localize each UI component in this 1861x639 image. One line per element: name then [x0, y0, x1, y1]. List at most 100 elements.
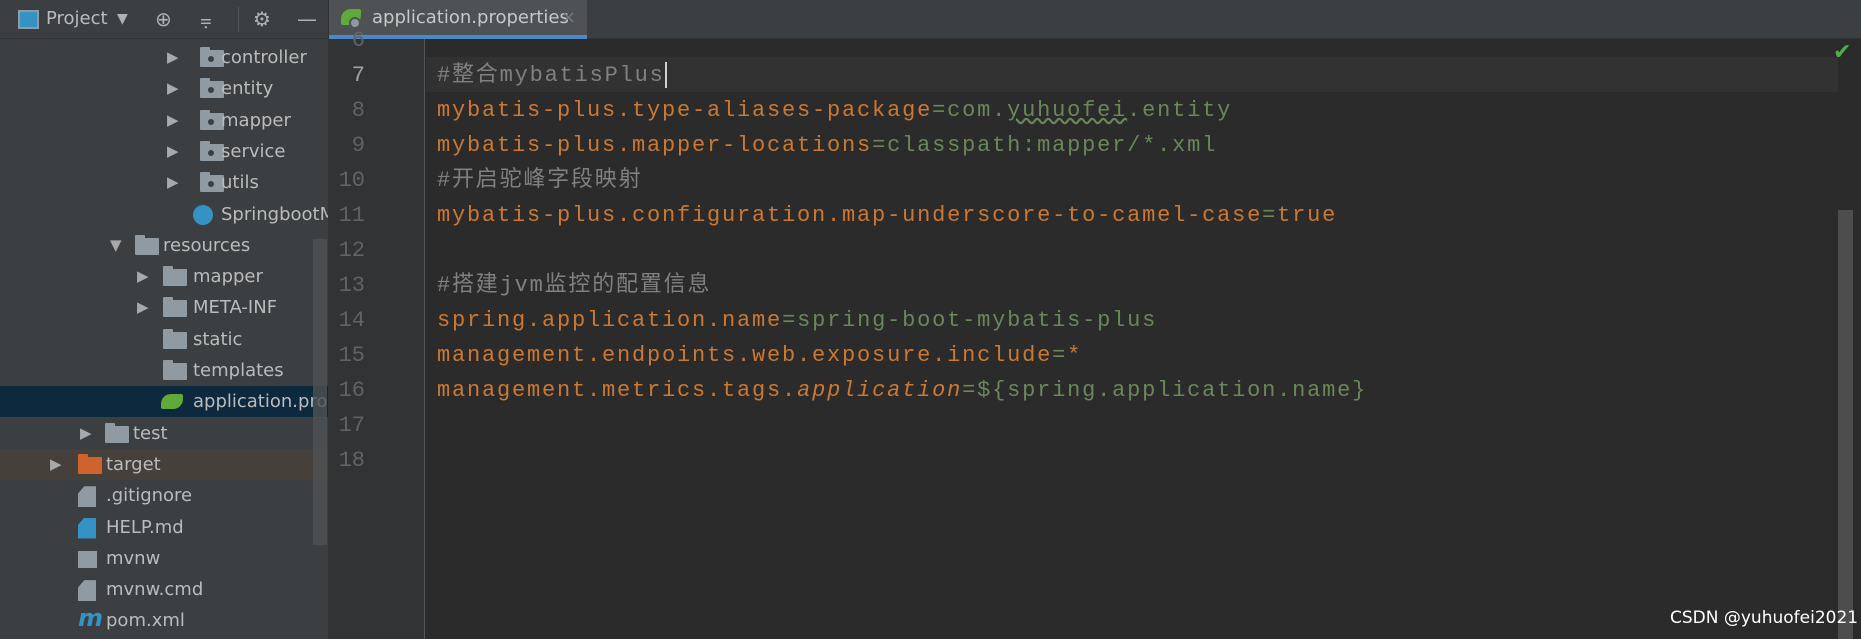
property-value-typo: yuhuofei	[1007, 97, 1128, 123]
line-number: 18	[338, 447, 365, 473]
tree-item[interactable]: ▶ target	[0, 448, 328, 480]
tree-item-label: templates	[193, 360, 284, 381]
code-line: management.metrics.tags.application=${sp…	[437, 373, 1367, 408]
tree-item[interactable]: ▶ controller	[0, 42, 328, 73]
line-number: 8	[351, 97, 365, 123]
tree-item-label: SpringbootM	[221, 203, 328, 225]
spring-properties-icon	[161, 394, 183, 410]
tree-item[interactable]: ▶ mapper	[0, 105, 328, 136]
tree-item[interactable]: ▶ META-INF	[0, 292, 328, 323]
tree-item-label: HELP.md	[106, 516, 184, 538]
line-number: 14	[338, 307, 365, 333]
project-view-icon	[18, 10, 39, 29]
tree-item-label: pom.xml	[106, 610, 185, 632]
property-key: management.endpoints.web.exposure.includ…	[437, 342, 1053, 368]
property-key: spring.application.name	[437, 307, 783, 333]
tree-item-label: .gitignore	[106, 485, 193, 507]
line-number: 17	[338, 412, 365, 438]
markdown-icon	[78, 517, 96, 539]
text-caret	[664, 61, 667, 88]
watermark: CSDN @yuhuofei2021	[1670, 608, 1859, 628]
editor-tabs: application.properties ×	[329, 0, 1861, 39]
tree-item[interactable]: application.prope	[0, 386, 328, 418]
chevron-right-icon[interactable]: ▶	[137, 261, 149, 292]
maven-icon: m	[78, 605, 104, 633]
collapse-all-icon[interactable]: ⩦	[200, 8, 212, 30]
tree-item-label: mapper	[221, 109, 291, 131]
minimize-icon[interactable]: —	[297, 8, 317, 30]
inspection-ok-icon[interactable]: ✔	[1833, 40, 1851, 65]
code-line: spring.application.name=spring-boot-myba…	[437, 303, 1157, 338]
close-icon[interactable]: ×	[561, 0, 576, 36]
tree-item-label: mvnw.cmd	[106, 579, 204, 601]
tree-item-label: entity	[221, 78, 274, 100]
tree-item[interactable]: m pom.xml	[0, 605, 328, 636]
line-number: 11	[338, 202, 365, 228]
project-title[interactable]: Project	[46, 8, 108, 29]
tree-item[interactable]: ▶ entity	[0, 73, 328, 104]
line-number: 13	[338, 272, 365, 298]
chevron-right-icon[interactable]: ▶	[167, 136, 179, 167]
tree-item-label: mvnw	[106, 547, 161, 569]
tree-item-label: target	[106, 453, 161, 475]
equals-sign: =	[1052, 342, 1068, 368]
tree-item-label: test	[133, 422, 168, 444]
tree-item[interactable]: mvnw	[0, 543, 328, 574]
project-panel-header: Project ▼ ⊕ ⩦ ⚙ —	[0, 0, 329, 39]
tree-item-label: static	[193, 328, 243, 350]
folder-icon	[163, 360, 187, 380]
code-line: #开启驼峰字段映射	[437, 163, 642, 198]
line-number: 6	[351, 27, 365, 53]
locate-icon[interactable]: ⊕	[155, 8, 172, 30]
tree-item[interactable]: SpringbootM	[0, 199, 328, 230]
property-key-italic: application	[797, 377, 963, 403]
tree-item[interactable]: ▶ mapper	[0, 261, 328, 292]
equals-sign: =	[962, 377, 978, 403]
tree-item[interactable]: ▶ test	[0, 418, 328, 449]
code-line: mybatis-plus.configuration.map-underscor…	[437, 198, 1337, 233]
property-value: classpath:mapper/*.xml	[887, 132, 1218, 158]
tree-item[interactable]: ▶ utils	[0, 167, 328, 198]
property-value: com.	[947, 97, 1008, 123]
chevron-right-icon[interactable]: ▶	[167, 105, 179, 136]
tree-item[interactable]: templates	[0, 355, 328, 386]
code-line: mybatis-plus.mapper-locations=classpath:…	[437, 128, 1217, 163]
file-icon	[78, 486, 96, 508]
chevron-right-icon[interactable]: ▶	[50, 449, 62, 480]
comment: #搭建jvm监控的配置信息	[437, 272, 712, 298]
chevron-right-icon[interactable]: ▶	[137, 292, 149, 323]
folder-icon	[163, 328, 187, 349]
spring-boot-class-icon	[193, 204, 213, 225]
line-number: 15	[338, 342, 365, 368]
chevron-right-icon[interactable]: ▶	[167, 167, 179, 198]
chevron-right-icon[interactable]: ▶	[167, 42, 179, 73]
property-value: spring-boot-mybatis-plus	[797, 307, 1158, 333]
dropdown-icon[interactable]: ▼	[117, 8, 128, 30]
tree-item-label: service	[221, 140, 286, 162]
tree-item[interactable]: ▶ service	[0, 136, 328, 167]
tree-item[interactable]: .gitignore	[0, 480, 328, 511]
divider	[238, 7, 239, 32]
chevron-right-icon[interactable]: ▶	[80, 418, 92, 449]
tab-application-properties[interactable]: application.properties ×	[329, 0, 587, 39]
chevron-right-icon[interactable]: ▶	[167, 73, 179, 104]
property-key: mybatis-plus.type-aliases-package	[437, 97, 933, 123]
tree-item-label: mapper	[193, 266, 263, 288]
gear-icon[interactable]: ⚙	[253, 8, 271, 30]
project-panel: Project ▼ ⊕ ⩦ ⚙ — ▶ controller ▶ entity ▶ map…	[0, 0, 329, 639]
sidebar-scrollbar[interactable]	[313, 239, 327, 545]
folder-icon	[135, 234, 159, 255]
chevron-down-icon[interactable]: ▼	[110, 230, 122, 261]
equals-sign: =	[872, 132, 888, 158]
tree-item[interactable]: static	[0, 324, 328, 355]
property-value: *	[1067, 342, 1083, 368]
tree-item[interactable]: HELP.md	[0, 512, 328, 543]
comment: #开启驼峰字段映射	[437, 167, 643, 193]
editor-scrollbar[interactable]	[1838, 210, 1853, 639]
folder-icon	[163, 297, 187, 318]
tree-item[interactable]: ▼ resources	[0, 230, 328, 261]
tree-item[interactable]: mvnw.cmd	[0, 574, 328, 605]
code-line: mybatis-plus.type-aliases-package=com.yu…	[437, 93, 1232, 128]
tree-item-label: controller	[221, 47, 307, 68]
file-icon	[78, 580, 96, 602]
